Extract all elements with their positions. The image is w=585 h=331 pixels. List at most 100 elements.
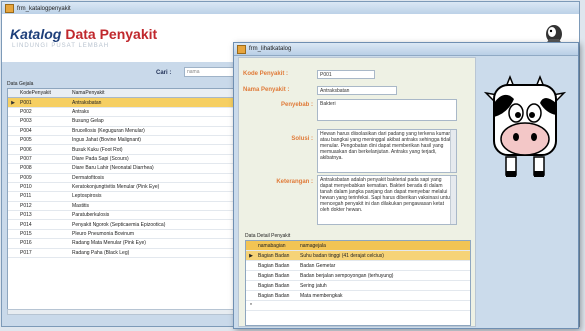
detail-window: frm_lihatkatalog Kode Penyakit : P001 Na… <box>233 42 579 329</box>
solusi-scrollbar[interactable] <box>450 130 456 172</box>
cell-namagejala[interactable]: Suhu badan tinggi (41 derajat celcius) <box>298 253 470 259</box>
cell-kode[interactable]: P004 <box>18 128 70 134</box>
table-row[interactable]: Bagian Badan Sering jatuh <box>246 281 470 291</box>
cell-kode[interactable]: P009 <box>18 175 70 181</box>
table-row[interactable]: P007 Diare Pada Sapi (Scours) <box>8 155 248 165</box>
detail-window-title: frm_lihatkatalog <box>249 46 292 52</box>
detail-panel: Kode Penyakit : P001 Nama Penyakit : Ant… <box>238 57 476 327</box>
cell-kode[interactable]: P012 <box>18 203 70 209</box>
table-row[interactable]: P011 Leptospirosis <box>8 192 248 202</box>
keterangan-text: Antraksbatan adalah penyakit bakterial p… <box>320 177 453 213</box>
cell-nama[interactable]: Penyakit Ngorok (Septicaemia Epizootica) <box>70 222 248 228</box>
cell-nama[interactable]: Diare Baru Lahir (Neonatal Diarrhea) <box>70 165 248 171</box>
nama-field[interactable]: Antraksbatan <box>317 86 397 95</box>
label-nama: Nama Penyakit : <box>243 87 290 93</box>
keterangan-scrollbar[interactable] <box>450 176 456 224</box>
cell-kode[interactable]: P017 <box>18 250 70 256</box>
brand-katalog: Katalog <box>10 26 62 42</box>
detail-grid-header-row: namabagian namagejala <box>246 241 470 251</box>
column-header-namabagian[interactable]: namabagian <box>256 243 298 249</box>
cow-mascot-icon <box>484 74 566 177</box>
table-row[interactable]: P004 Brucellosis (Keguguran Menular) <box>8 127 248 136</box>
table-row[interactable]: P006 Busuk Kuku (Foot Rot) <box>8 145 248 155</box>
table-row[interactable]: P010 Keratokonjungtivitis Menular (Pink E… <box>8 183 248 193</box>
label-penyebab: Penyebab : <box>280 102 313 108</box>
cell-nama[interactable]: Busuk Kuku (Foot Rot) <box>70 147 248 153</box>
label-kode: Kode Penyakit : <box>243 71 289 77</box>
table-row[interactable]: P017 Radang Paha (Black Leg) <box>8 249 248 259</box>
detail-grid-label: Data Detail Penyakit <box>245 233 291 239</box>
cell-namabagian[interactable]: Bagian Badan <box>256 263 298 269</box>
cell-kode[interactable]: P010 <box>18 184 70 190</box>
table-row[interactable]: P013 Paratuberkulosis <box>8 211 248 221</box>
table-row[interactable]: ▶ Bagian Badan Suhu badan tinggi (41 deraj… <box>246 251 470 261</box>
cell-nama[interactable]: Busung Gelap <box>70 118 248 124</box>
cell-nama[interactable]: Diare Pada Sapi (Scours) <box>70 156 248 162</box>
cell-kode[interactable]: P005 <box>18 137 70 143</box>
column-header-namagejala[interactable]: namagejala <box>298 243 470 249</box>
table-row[interactable]: Bagian Badan Badan berjalan sempoyongan (… <box>246 271 470 281</box>
table-row[interactable]: P009 Dermatofitosis <box>8 174 248 183</box>
table-row[interactable]: P003 Busung Gelap <box>8 117 248 127</box>
cell-kode[interactable]: P016 <box>18 240 70 246</box>
cell-kode[interactable]: P002 <box>18 109 70 115</box>
cell-nama[interactable]: Mastitis <box>70 203 248 209</box>
table-row[interactable]: P005 Ingus Jahat (Bovine Malignant) <box>8 136 248 146</box>
cell-kode[interactable]: P014 <box>18 222 70 228</box>
cell-namagejala[interactable]: Badan berjalan sempoyongan (terhuyung) <box>298 273 470 279</box>
table-row[interactable]: Bagian Badan Badan Gemetar <box>246 261 470 271</box>
table-row[interactable]: Bagian Badan Mata membengkak <box>246 291 470 301</box>
cell-namabagian[interactable]: Bagian Badan <box>256 253 298 259</box>
grid-header-row: KodePenyakit NamaPenyakit <box>8 89 248 99</box>
cell-kode[interactable]: P003 <box>18 118 70 124</box>
table-row[interactable]: P015 Pleuro Pneumonia Bovinum <box>8 230 248 240</box>
cell-kode[interactable]: P015 <box>18 231 70 237</box>
keterangan-field[interactable]: Antraksbatan adalah penyakit bakterial p… <box>317 175 457 225</box>
cell-namabagian[interactable]: Bagian Badan <box>256 273 298 279</box>
brand-subtitle: LINDUNGI PUSAT LEMBAH <box>12 43 110 49</box>
kode-field[interactable]: P001 <box>317 70 375 79</box>
cell-namagejala[interactable]: Mata membengkak <box>298 293 470 299</box>
detail-titlebar[interactable]: frm_lihatkatalog <box>234 43 578 56</box>
table-row[interactable]: ▶ P001 Antraksbatan <box>8 98 248 108</box>
cell-nama[interactable]: Antraks <box>70 109 248 115</box>
cell-nama[interactable]: Antraksbatan <box>70 100 248 106</box>
table-row[interactable]: P016 Radang Mata Menular (Pink Eye) <box>8 239 248 249</box>
row-selector-arrow-icon[interactable]: ▶ <box>8 100 18 106</box>
cell-nama[interactable]: Paratuberkulosis <box>70 212 248 218</box>
cell-nama[interactable]: Keratokonjungtivitis Menular (Pink Eye) <box>70 184 248 190</box>
gejala-grid-label: Data Gejala <box>7 81 34 87</box>
new-row[interactable]: * <box>246 301 470 311</box>
cell-kode[interactable]: P013 <box>18 212 70 218</box>
penyakit-grid[interactable]: KodePenyakit NamaPenyakit ▶ P001 Antraksba… <box>7 88 249 311</box>
column-header-kode[interactable]: KodePenyakit <box>18 90 70 96</box>
cell-kode[interactable]: P008 <box>18 165 70 171</box>
search-input[interactable]: nama <box>184 67 234 77</box>
row-selector-arrow-icon[interactable]: ▶ <box>246 253 256 259</box>
app-icon <box>5 4 14 13</box>
table-row[interactable]: P008 Diare Baru Lahir (Neonatal Diarrhea) <box>8 164 248 174</box>
cell-nama[interactable]: Radang Paha (Black Leg) <box>70 250 248 256</box>
table-row[interactable]: P002 Antraks <box>8 108 248 118</box>
cell-kode[interactable]: P006 <box>18 147 70 153</box>
cell-namabagian[interactable]: Bagian Badan <box>256 293 298 299</box>
cell-kode[interactable]: P007 <box>18 156 70 162</box>
cell-nama[interactable]: Ingus Jahat (Bovine Malignant) <box>70 137 248 143</box>
cell-nama[interactable]: Dermatofitosis <box>70 175 248 181</box>
table-row[interactable]: P012 Mastitis <box>8 202 248 212</box>
cell-kode[interactable]: P001 <box>18 100 70 106</box>
penyebab-field[interactable]: Bakteri <box>317 99 457 121</box>
cell-kode[interactable]: P011 <box>18 193 70 199</box>
cell-namagejala[interactable]: Sering jatuh <box>298 283 470 289</box>
table-row[interactable]: P014 Penyakit Ngorok (Septicaemia Epizoot… <box>8 220 248 230</box>
column-header-nama[interactable]: NamaPenyakit <box>70 90 248 96</box>
cell-nama[interactable]: Pleuro Pneumonia Bovinum <box>70 231 248 237</box>
cell-nama[interactable]: Leptospirosis <box>70 193 248 199</box>
cell-namabagian[interactable]: Bagian Badan <box>256 283 298 289</box>
cell-namagejala[interactable]: Badan Gemetar <box>298 263 470 269</box>
cell-nama[interactable]: Radang Mata Menular (Pink Eye) <box>70 240 248 246</box>
detail-gejala-grid[interactable]: namabagian namagejala ▶ Bagian Badan Suhu … <box>245 240 471 326</box>
cell-nama[interactable]: Brucellosis (Keguguran Menular) <box>70 128 248 134</box>
horizontal-scrollbar[interactable] <box>7 309 247 315</box>
solusi-field[interactable]: Hewan harus diisolasikan dari padang yan… <box>317 129 457 173</box>
